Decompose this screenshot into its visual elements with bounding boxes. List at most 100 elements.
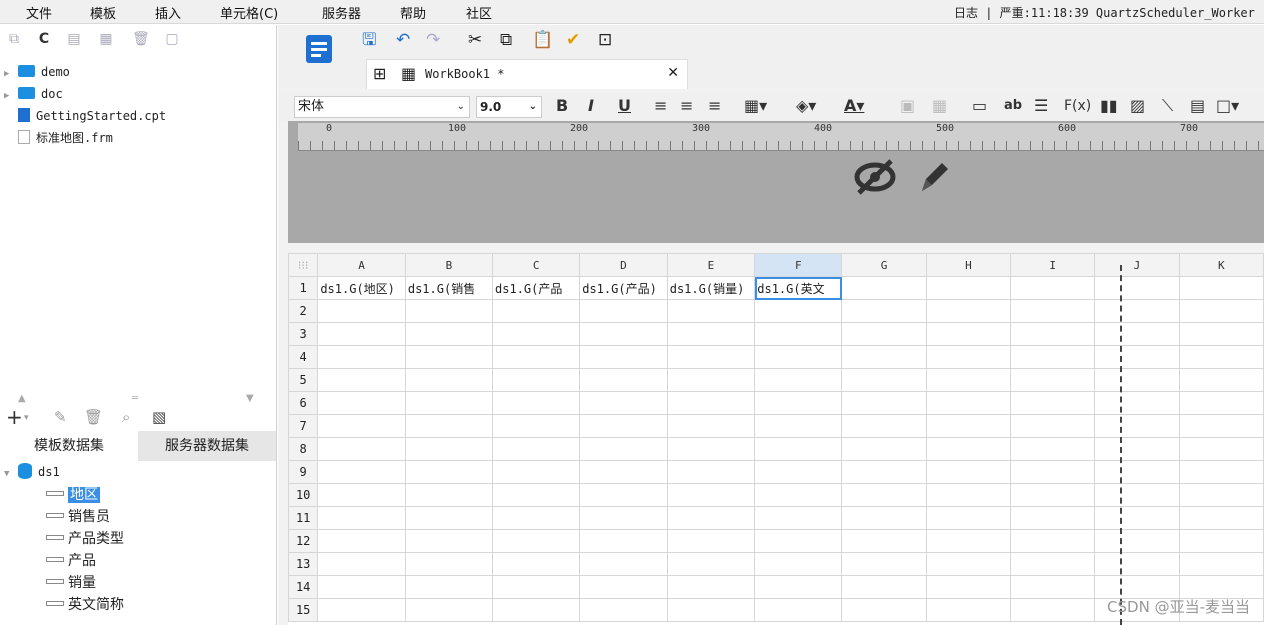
row-header[interactable]: 13 <box>287 552 319 576</box>
cell-J10[interactable] <box>1094 483 1180 507</box>
cell-B4[interactable] <box>404 345 494 369</box>
cell-A5[interactable] <box>317 368 406 392</box>
cell-C11[interactable] <box>492 506 581 530</box>
cell-K5[interactable] <box>1178 368 1264 392</box>
menu-insert[interactable]: 插入 <box>155 3 181 22</box>
cell-A4[interactable] <box>317 345 406 369</box>
cell-K6[interactable] <box>1178 391 1264 415</box>
cell-E14[interactable] <box>666 575 756 599</box>
cell-G1[interactable] <box>841 276 927 300</box>
frame-icon[interactable]: □▾ <box>1216 95 1239 117</box>
cell-E13[interactable] <box>666 552 756 576</box>
text-cell-icon[interactable]: ▭ <box>972 95 987 117</box>
cell-J8[interactable] <box>1094 437 1180 461</box>
subreport-icon[interactable]: ▤ <box>1190 95 1205 117</box>
cell-F5[interactable] <box>754 368 843 392</box>
italic-button[interactable]: I <box>588 95 594 117</box>
cell-C14[interactable] <box>492 575 581 599</box>
cell-H13[interactable] <box>925 552 1012 576</box>
cell-I7[interactable] <box>1010 414 1096 438</box>
copy-icon[interactable]: ▢ <box>164 31 180 47</box>
cell-G12[interactable] <box>841 529 927 553</box>
cell-A12[interactable] <box>317 529 406 553</box>
cell-K11[interactable] <box>1178 506 1264 530</box>
column-header[interactable]: A <box>317 253 406 277</box>
cell-I15[interactable] <box>1010 598 1096 622</box>
copy-icon[interactable]: ⧉ <box>500 29 512 51</box>
cell-J12[interactable] <box>1094 529 1180 553</box>
row-header[interactable]: 4 <box>287 345 319 369</box>
cell-H10[interactable] <box>925 483 1012 507</box>
cell-B2[interactable] <box>404 299 494 323</box>
cell-H7[interactable] <box>925 414 1012 438</box>
cell-E10[interactable] <box>666 483 756 507</box>
cell-D3[interactable] <box>579 322 668 346</box>
cell-H1[interactable] <box>925 276 1012 300</box>
cell-E7[interactable] <box>666 414 756 438</box>
cell-J7[interactable] <box>1094 414 1180 438</box>
cell-A7[interactable] <box>317 414 406 438</box>
cell-B7[interactable] <box>404 414 494 438</box>
cell-A6[interactable] <box>317 391 406 415</box>
row-header[interactable]: 12 <box>287 529 319 553</box>
cell-F15[interactable] <box>754 598 843 622</box>
unmerge-icon[interactable]: ▦ <box>932 95 947 117</box>
cell-C13[interactable] <box>492 552 581 576</box>
cell-A1[interactable]: ds1.G(地区) <box>317 276 406 300</box>
edit-pencil-icon[interactable] <box>916 157 952 200</box>
field-item[interactable]: 英文简称 <box>46 594 124 616</box>
cell-F10[interactable] <box>754 483 843 507</box>
cell-E5[interactable] <box>666 368 756 392</box>
cell-K12[interactable] <box>1178 529 1264 553</box>
field-item[interactable]: 地区 <box>46 484 100 506</box>
cell-G11[interactable] <box>841 506 927 530</box>
underline-button[interactable]: U <box>618 95 631 117</box>
rich-text-icon[interactable]: ☰ <box>1034 95 1048 117</box>
cell-F4[interactable] <box>754 345 843 369</box>
row-header[interactable]: 14 <box>287 575 319 599</box>
cell-D11[interactable] <box>579 506 668 530</box>
cell-J13[interactable] <box>1094 552 1180 576</box>
cell-I1[interactable] <box>1010 276 1096 300</box>
refresh-icon[interactable]: C <box>36 31 52 47</box>
chevron-down-icon[interactable]: ▾ <box>24 413 29 423</box>
cell-I4[interactable] <box>1010 345 1096 369</box>
row-header[interactable]: 9 <box>287 460 319 484</box>
paste-icon[interactable]: 📋 <box>532 29 553 51</box>
column-header[interactable]: J <box>1094 253 1180 277</box>
cell-C9[interactable] <box>492 460 581 484</box>
cell-E9[interactable] <box>666 460 756 484</box>
cell-I5[interactable] <box>1010 368 1096 392</box>
cell-G8[interactable] <box>841 437 927 461</box>
column-header[interactable]: B <box>404 253 494 277</box>
cell-A2[interactable] <box>317 299 406 323</box>
cell-C6[interactable] <box>492 391 581 415</box>
edit-icon[interactable]: ▦ <box>98 31 114 47</box>
field-item[interactable]: 产品类型 <box>46 528 124 550</box>
redo-icon[interactable]: ↷ <box>426 29 440 51</box>
cell-B9[interactable] <box>404 460 494 484</box>
cell-E8[interactable] <box>666 437 756 461</box>
cell-J2[interactable] <box>1094 299 1180 323</box>
cell-J3[interactable] <box>1094 322 1180 346</box>
cell-I11[interactable] <box>1010 506 1096 530</box>
cell-A15[interactable] <box>317 598 406 622</box>
add-dataset-icon[interactable]: + <box>6 405 23 429</box>
cell-G4[interactable] <box>841 345 927 369</box>
formula-icon[interactable]: F(x) <box>1064 95 1091 117</box>
cell-B8[interactable] <box>404 437 494 461</box>
cell-F9[interactable] <box>754 460 843 484</box>
row-header[interactable]: 11 <box>287 506 319 530</box>
cell-G15[interactable] <box>841 598 927 622</box>
hide-icon[interactable] <box>853 157 897 207</box>
row-header[interactable]: 1 <box>287 276 319 300</box>
cell-C2[interactable] <box>492 299 581 323</box>
cell-C10[interactable] <box>492 483 581 507</box>
tree-item-gettingstarted[interactable]: GettingStarted.cpt <box>4 105 166 127</box>
column-header[interactable]: C <box>492 253 581 277</box>
cell-I8[interactable] <box>1010 437 1096 461</box>
save-icon[interactable]: 🖫 <box>362 29 376 51</box>
cell-D10[interactable] <box>579 483 668 507</box>
cell-K1[interactable] <box>1178 276 1264 300</box>
cell-B5[interactable] <box>404 368 494 392</box>
